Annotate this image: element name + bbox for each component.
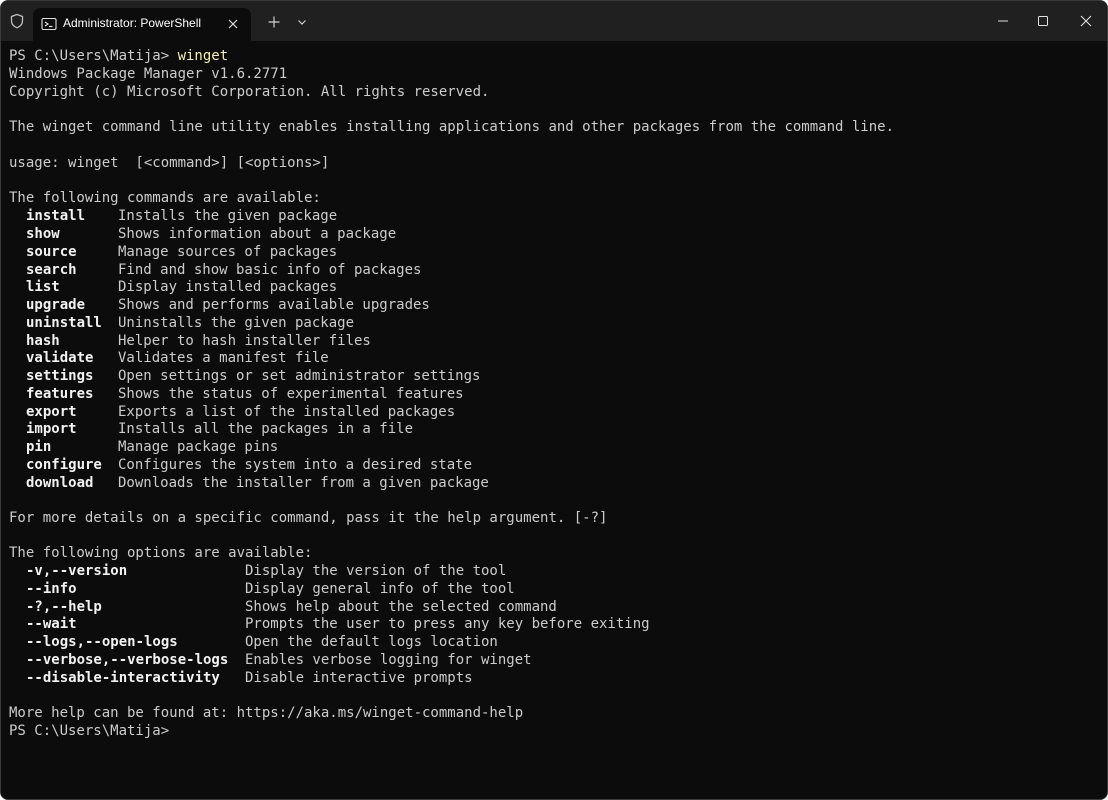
version-line: Windows Package Manager v1.6.2771 <box>9 66 288 82</box>
command-name: pin <box>26 439 52 455</box>
tab-title: Administrator: PowerShell <box>63 16 202 30</box>
option-desc: Enables verbose logging for winget <box>245 652 532 668</box>
command-desc: Manage package pins <box>118 439 279 455</box>
terminal-window: Administrator: PowerShell PS C:\Users\Ma… <box>0 0 1108 800</box>
command-name: uninstall <box>26 315 102 331</box>
chevron-down-icon[interactable] <box>295 15 309 29</box>
option-name: -v,--version <box>26 563 128 579</box>
command-name: download <box>26 475 94 491</box>
option-name: --verbose,--verbose-logs <box>26 652 229 668</box>
command-desc: Open settings or set administrator setti… <box>118 368 481 384</box>
prompt: PS C:\Users\Matija> <box>9 48 178 64</box>
title-bar[interactable]: Administrator: PowerShell <box>1 1 1107 41</box>
command-desc: Uninstalls the given package <box>118 315 355 331</box>
command-name: install <box>26 208 86 224</box>
option-name: -?,--help <box>26 599 102 615</box>
option-name: --wait <box>26 616 77 632</box>
command-desc: Manage sources of packages <box>118 244 338 260</box>
typed-command: winget <box>177 48 229 64</box>
command-desc: Display installed packages <box>118 279 338 295</box>
command-desc: Exports a list of the installed packages <box>118 404 456 420</box>
command-desc: Installs all the packages in a file <box>118 421 414 437</box>
option-desc: Prompts the user to press any key before… <box>245 616 650 632</box>
option-desc: Shows help about the selected command <box>245 599 557 615</box>
more-help-line: More help can be found at: https://aka.m… <box>9 705 524 721</box>
maximize-icon[interactable] <box>1033 11 1053 31</box>
command-name: upgrade <box>26 297 86 313</box>
option-name: --logs,--open-logs <box>26 634 178 650</box>
command-name: export <box>26 404 77 420</box>
command-name: hash <box>26 333 60 349</box>
option-desc: Disable interactive prompts <box>245 670 473 686</box>
command-name: settings <box>26 368 94 384</box>
command-desc: Helper to hash installer files <box>118 333 371 349</box>
command-name: show <box>26 226 60 242</box>
prompt-line: PS C:\Users\Matija> winget <box>9 47 228 65</box>
command-name: search <box>26 262 77 278</box>
command-name: import <box>26 421 77 437</box>
plus-icon[interactable] <box>266 14 282 30</box>
command-desc: Validates a manifest file <box>118 350 329 366</box>
command-desc: Find and show basic info of packages <box>118 262 422 278</box>
command-desc: Downloads the installer from a given pac… <box>118 475 489 491</box>
prompt-line: PS C:\Users\Matija> <box>9 723 170 739</box>
command-desc: Configures the system into a desired sta… <box>118 457 473 473</box>
details-line: For more details on a specific command, … <box>9 510 608 526</box>
option-desc: Display the version of the tool <box>245 563 507 579</box>
usage-line: usage: winget [<command>] [<options>] <box>9 155 330 171</box>
command-name: list <box>26 279 60 295</box>
command-desc: Installs the given package <box>118 208 338 224</box>
terminal-output[interactable]: PS C:\Users\Matija> winget Windows Packa… <box>1 41 1107 799</box>
tab-powershell[interactable]: Administrator: PowerShell <box>33 8 251 41</box>
close-icon[interactable] <box>1076 11 1096 31</box>
copyright-line: Copyright (c) Microsoft Corporation. All… <box>9 84 490 100</box>
command-desc: Shows and performs available upgrades <box>118 297 430 313</box>
option-name: --disable-interactivity <box>26 670 220 686</box>
description-line: The winget command line utility enables … <box>9 119 895 135</box>
commands-header: The following commands are available: <box>9 190 321 206</box>
option-desc: Open the default logs location <box>245 634 498 650</box>
options-header: The following options are available: <box>9 545 313 561</box>
command-desc: Shows information about a package <box>118 226 397 242</box>
powershell-icon <box>41 17 57 31</box>
close-icon[interactable] <box>225 16 241 32</box>
shield-icon <box>10 13 24 29</box>
minimize-icon[interactable] <box>993 11 1013 31</box>
command-name: configure <box>26 457 102 473</box>
command-name: features <box>26 386 94 402</box>
command-name: source <box>26 244 77 260</box>
command-desc: Shows the status of experimental feature… <box>118 386 464 402</box>
option-desc: Display general info of the tool <box>245 581 515 597</box>
command-name: validate <box>26 350 94 366</box>
option-name: --info <box>26 581 77 597</box>
